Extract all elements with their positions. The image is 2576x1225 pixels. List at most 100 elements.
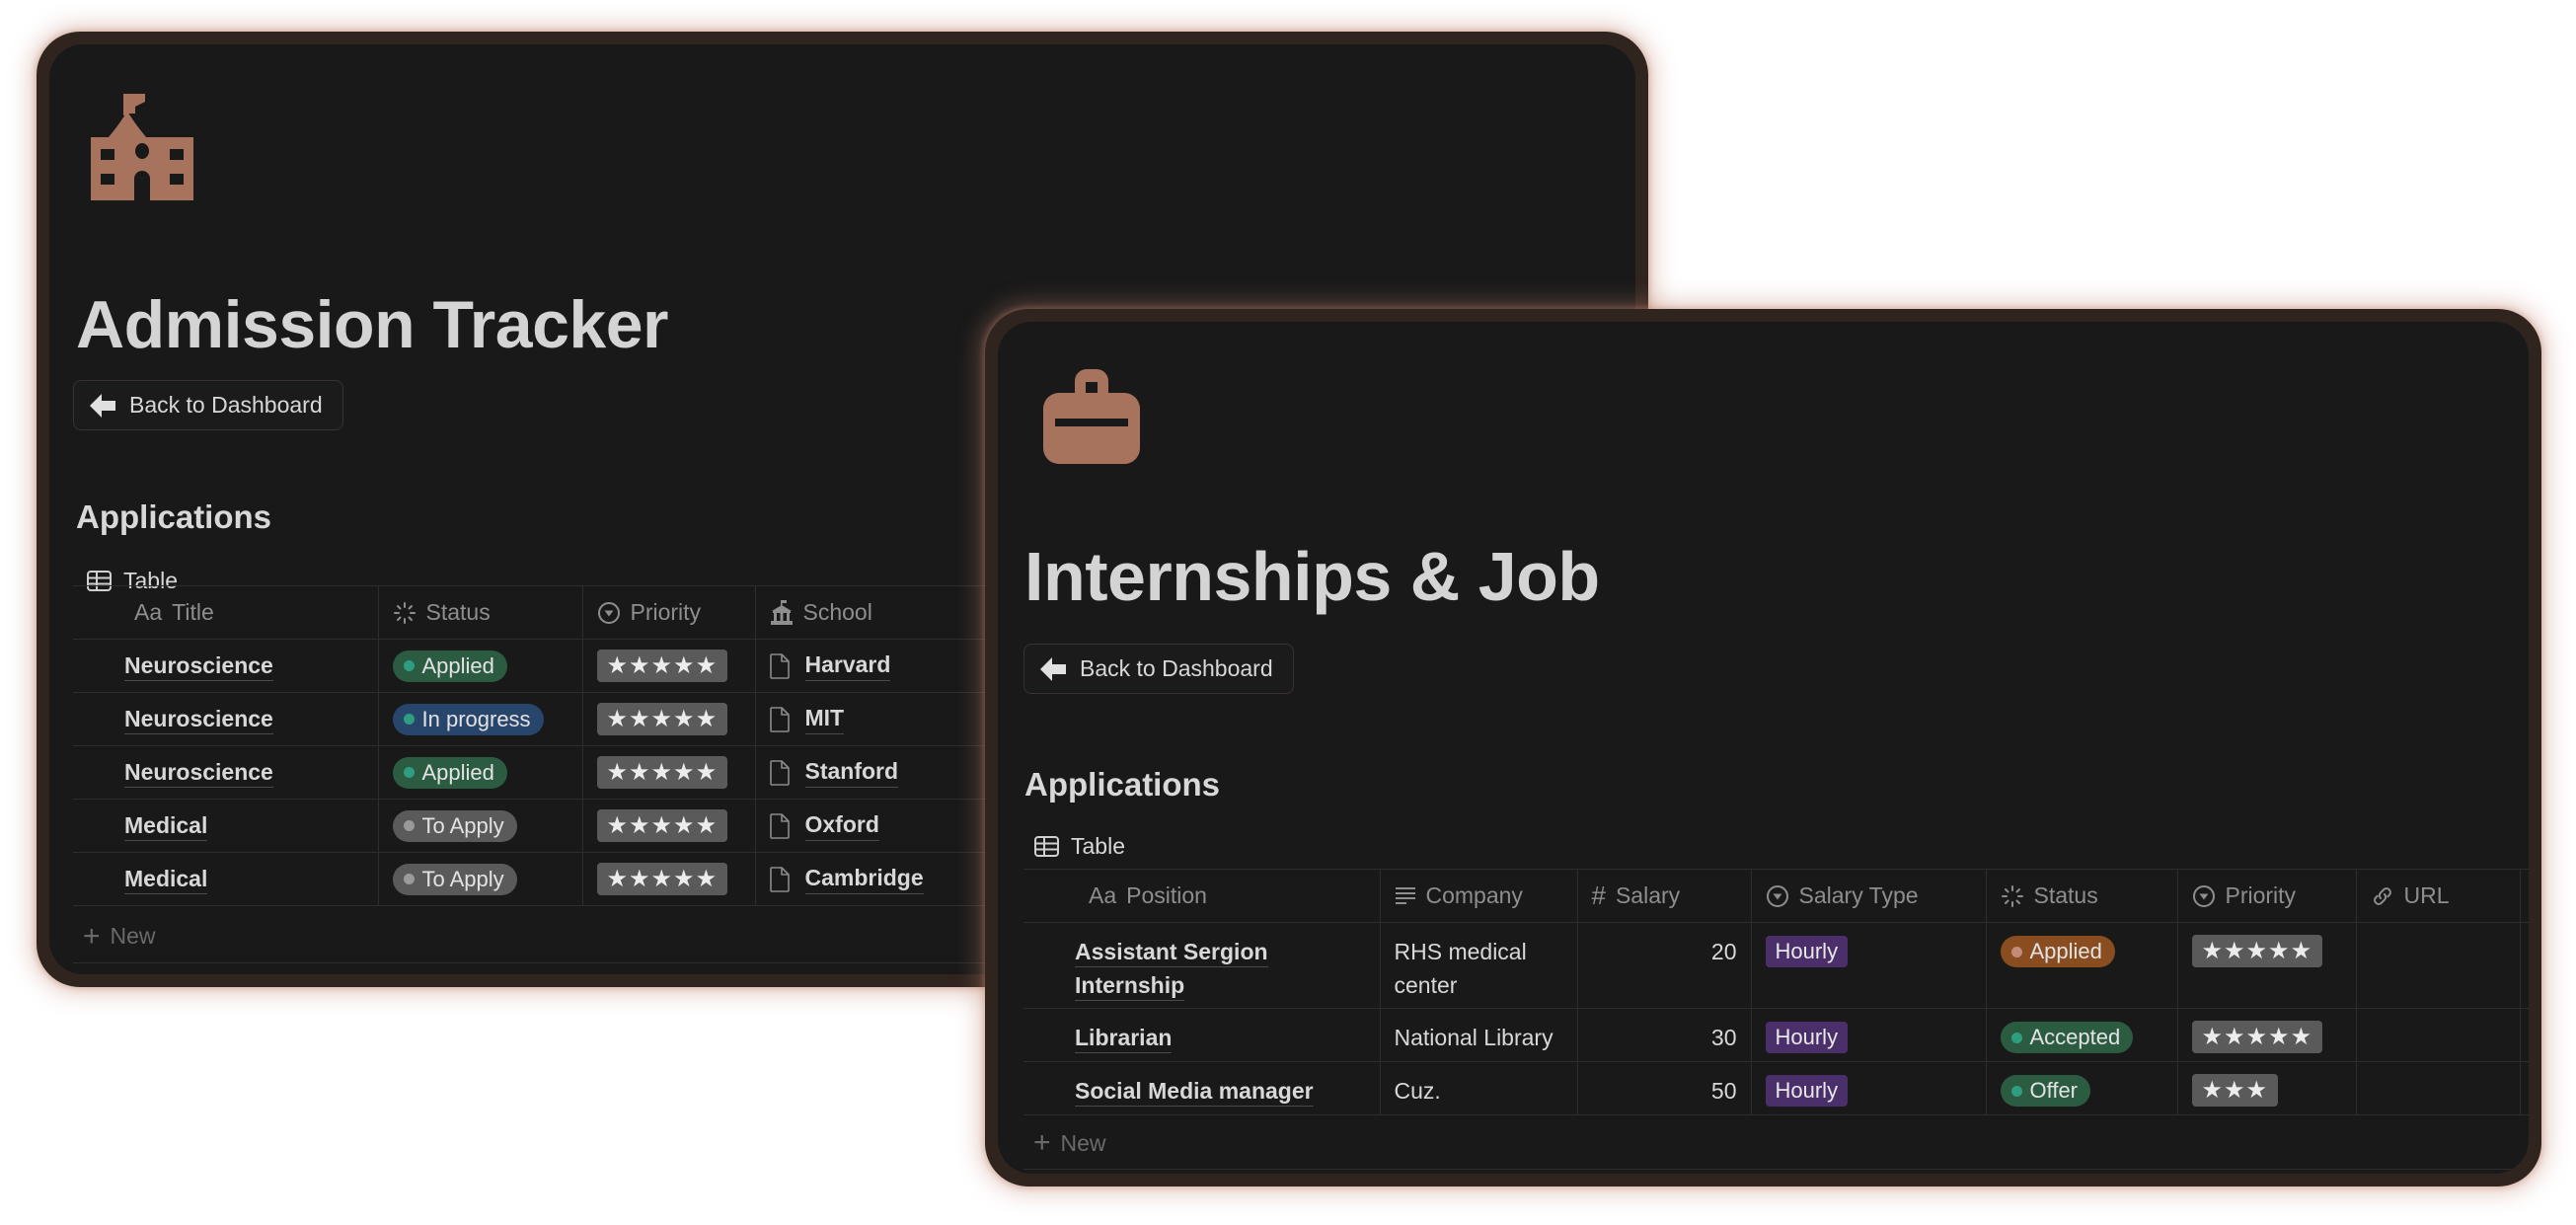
status-label: Accepted [2029,1025,2121,1049]
cell-url[interactable] [2356,1061,2521,1115]
row-title-link[interactable]: Social Media manager [1075,1078,1314,1107]
priority-stars[interactable]: ★ ★ ★ ★ ★ [596,863,728,895]
cell-priority[interactable]: ★ ★ ★ ★ ★ [582,799,756,853]
page-icon [769,759,805,786]
star-icon: ★ [606,652,630,679]
cell-title[interactable]: Neuroscience [73,745,379,800]
column-header-url[interactable]: URL [2356,869,2521,923]
cell-status[interactable]: Accepted [1986,1008,2178,1062]
cell-url[interactable] [2356,922,2521,1009]
star-icon: ★ [2224,1024,2246,1050]
cell-status[interactable]: In progress [378,692,583,746]
back-to-dashboard-button[interactable]: Back to Dashboard [1023,644,1294,694]
cell-title[interactable]: Neuroscience [73,692,379,746]
row-title-link[interactable]: Neuroscience [124,706,273,734]
row-title-link[interactable]: Medical [124,812,208,841]
cell-salary-type[interactable]: Hourly [1751,922,1987,1009]
status-pill[interactable]: Applied [392,756,507,789]
cell-priority[interactable]: ★ ★ ★ ★ ★ [582,852,756,906]
status-pill[interactable]: Accepted [2000,1022,2134,1053]
column-header-extra[interactable] [2520,869,2529,923]
status-pill[interactable]: Offer [2000,1075,2091,1107]
cell-company[interactable]: Cuz. [1380,1061,1578,1115]
briefcase-icon[interactable] [1043,369,1140,469]
cell-company[interactable]: RHS medical center [1380,922,1578,1009]
column-header-salary-type[interactable]: Salary Type [1751,869,1987,923]
section-title: Applications [76,498,272,535]
priority-stars[interactable]: ★ ★ ★ ★ ★ [596,703,728,735]
cell-title[interactable]: Medical [73,799,379,853]
row-title-link[interactable]: Medical [124,866,208,894]
view-tab-table[interactable]: Table [1034,833,1125,860]
cell-priority[interactable]: ★ ★ ★ ★ ★ [2177,922,2357,1009]
status-label: Applied [421,759,494,785]
column-header-status[interactable]: Status [1986,869,2178,923]
column-header-title[interactable]: Aa Title [73,585,379,640]
cell-priority[interactable]: ★ ★ ★ [2177,1061,2357,1115]
column-header-position[interactable]: Aa Position [1023,869,1381,923]
cell-extra [2520,922,2529,1009]
cell-position[interactable]: Librarian [1023,1008,1381,1062]
cell-priority[interactable]: ★ ★ ★ ★ ★ [2177,1008,2357,1062]
row-title-link[interactable]: Neuroscience [124,759,273,788]
star-icon: ★ [2201,1077,2225,1104]
cell-status[interactable]: Applied [378,745,583,800]
cell-position[interactable]: Social Media manager [1023,1061,1381,1115]
priority-stars[interactable]: ★ ★ ★ ★ ★ [596,756,728,789]
view-tab-label: Table [1071,833,1125,859]
star-icon: ★ [2290,1024,2313,1050]
cell-salary-type[interactable]: Hourly [1751,1061,1987,1115]
school-name: Stanford [804,758,899,788]
cell-status[interactable]: Applied [1986,922,2178,1009]
cell-salary[interactable]: 30 [1577,1008,1752,1062]
cell-salary[interactable]: 20 [1577,922,1752,1009]
cell-status[interactable]: Applied [378,639,583,693]
star-icon: ★ [629,812,651,839]
cell-status[interactable]: To Apply [378,852,583,906]
cell-company[interactable]: National Library [1380,1008,1578,1062]
institution-icon [770,599,793,625]
column-header-company[interactable]: Company [1380,869,1578,923]
star-icon: ★ [2224,1077,2246,1104]
row-title-link[interactable]: Neuroscience [124,652,273,681]
cell-salary-type[interactable]: Hourly [1751,1008,1987,1062]
link-icon [2373,886,2391,905]
cell-url[interactable] [2356,1008,2521,1062]
cell-position[interactable]: Assistant Sergion Internship [1023,922,1381,1009]
school-icon[interactable] [91,94,193,205]
cell-priority[interactable]: ★ ★ ★ ★ ★ [582,745,756,800]
status-pill[interactable]: Applied [392,650,507,682]
back-to-dashboard-button[interactable]: Back to Dashboard [73,380,343,430]
priority-stars[interactable]: ★ ★ ★ ★ ★ [596,809,728,842]
salary-type-tag[interactable]: Hourly [1765,1075,1849,1107]
cell-priority[interactable]: ★ ★ ★ ★ ★ [582,639,756,693]
column-header-priority[interactable]: Priority [582,585,756,640]
row-title-link-cont[interactable]: Internship [1075,972,1185,1001]
star-icon: ★ [673,812,696,839]
row-title-link[interactable]: Librarian [1075,1025,1173,1053]
priority-stars[interactable]: ★ ★ ★ [2191,1074,2279,1107]
column-header-status[interactable]: Status [378,585,583,640]
plus-icon: + [83,919,101,953]
status-pill[interactable]: To Apply [392,863,517,895]
status-dot-icon [2010,1085,2022,1097]
cell-title[interactable]: Medical [73,852,379,906]
cell-status[interactable]: To Apply [378,799,583,853]
priority-stars[interactable]: ★ ★ ★ ★ ★ [2191,1021,2323,1053]
salary-type-tag[interactable]: Hourly [1765,1022,1849,1053]
priority-stars[interactable]: ★ ★ ★ ★ ★ [596,650,728,682]
cell-title[interactable]: Neuroscience [73,639,379,693]
cell-priority[interactable]: ★ ★ ★ ★ ★ [582,692,756,746]
status-pill[interactable]: Applied [2000,936,2115,967]
row-title-link[interactable]: Assistant Sergion [1075,939,1268,967]
cell-salary[interactable]: 50 [1577,1061,1752,1115]
salary-type-tag[interactable]: Hourly [1765,936,1849,967]
aa-text-icon: Aa [1089,882,1117,908]
cell-status[interactable]: Offer [1986,1061,2178,1115]
priority-stars[interactable]: ★ ★ ★ ★ ★ [2191,935,2323,967]
column-header-salary[interactable]: # Salary [1577,869,1752,923]
status-pill[interactable]: In progress [392,703,544,735]
column-header-priority[interactable]: Priority [2177,869,2357,923]
status-pill[interactable]: To Apply [392,809,517,842]
add-new-row-button[interactable]: + New [1023,1117,2529,1170]
